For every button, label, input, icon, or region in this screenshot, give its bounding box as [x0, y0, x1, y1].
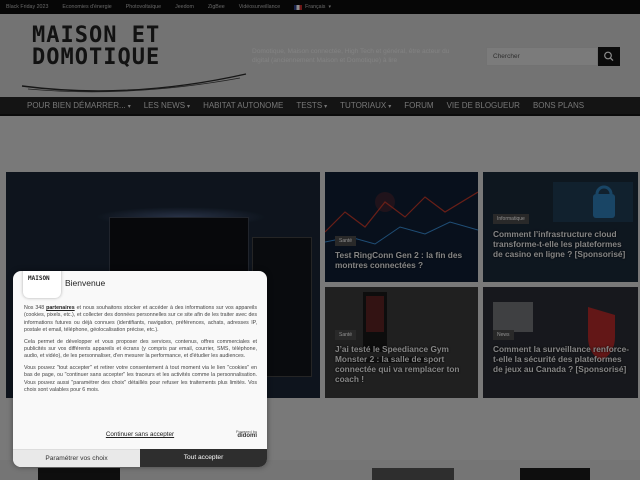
consent-logo: MAISON: [23, 271, 61, 298]
didomi-logo: didomi: [237, 433, 257, 439]
consent-title: Bienvenue: [65, 278, 106, 288]
consent-body: Nos 348 partenaires et nous souhaitons s…: [24, 305, 257, 399]
consent-text: Nos 348: [24, 305, 47, 311]
page: Black Friday 2023 Economies d'énergie Ph…: [0, 0, 640, 480]
consent-paragraph-2: Cela permet de développer et vous propos…: [24, 338, 257, 360]
consent-dialog: MAISON Bienvenue Nos 348 partenaires et …: [13, 271, 267, 467]
settings-button[interactable]: Paramétrer vos choix: [13, 449, 140, 467]
consent-buttons: Paramétrer vos choix Tout accepter: [13, 449, 267, 467]
powered-by-didomi[interactable]: Powered by didomi: [236, 429, 257, 439]
partners-link[interactable]: partenaires: [46, 305, 75, 311]
consent-logo-text: MAISON: [28, 275, 50, 282]
consent-paragraph-3: Vous pouvez "tout accepter" et retirer v…: [24, 365, 257, 393]
accept-all-button[interactable]: Tout accepter: [140, 449, 267, 467]
consent-paragraph-1: Nos 348 partenaires et nous souhaitons s…: [24, 305, 257, 334]
continue-without-accepting-link[interactable]: Continuer sans accepter: [13, 431, 267, 438]
